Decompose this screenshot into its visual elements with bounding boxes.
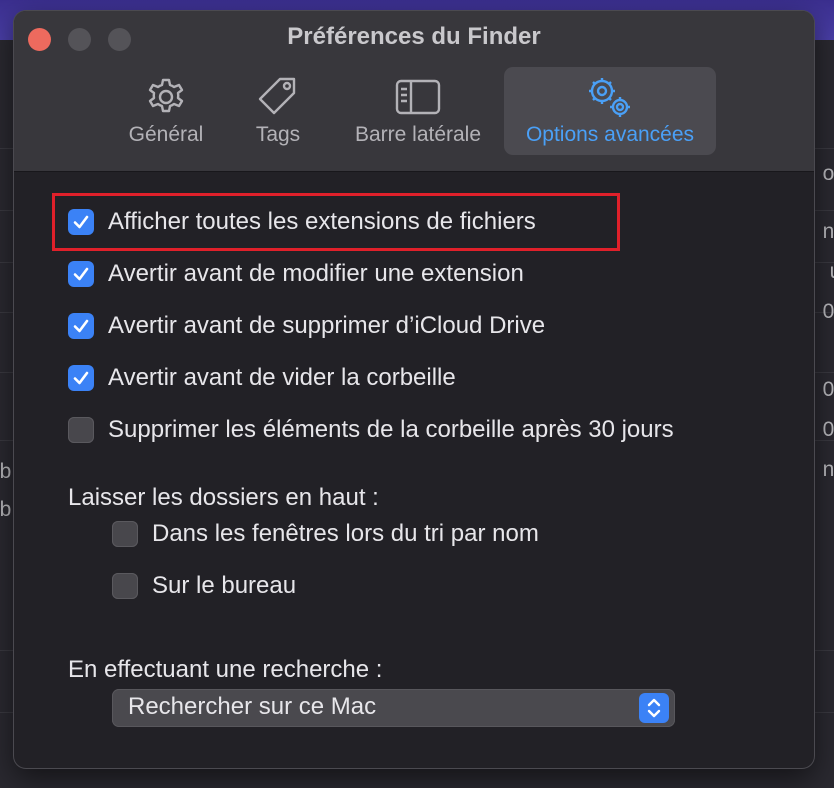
checkbox-unchecked[interactable] — [68, 417, 94, 443]
tab-label: Général — [128, 123, 204, 146]
folders-on-top-label: Laisser les dossiers en haut : — [68, 484, 379, 511]
background-text-fragment: nb — [0, 498, 12, 521]
chevron-up-down-icon[interactable] — [639, 693, 669, 723]
option-label: Avertir avant de supprimer d’iCloud Driv… — [108, 312, 546, 339]
tag-icon — [240, 75, 316, 119]
option-label: Sur le bureau — [152, 572, 297, 599]
background-text-fragment: 02 — [822, 418, 834, 441]
checkbox-checked[interactable] — [68, 365, 94, 391]
background-text-fragment: nb — [822, 458, 834, 481]
gears-icon — [504, 75, 716, 119]
finder-preferences-window: Préférences du Finder Général Tags Barre… — [14, 11, 814, 768]
tab-tags[interactable]: Tags — [240, 67, 316, 155]
background-text-fragment: nb — [822, 220, 834, 243]
checkbox-unchecked[interactable] — [112, 521, 138, 547]
option-label: Dans les fenêtres lors du tri par nom — [152, 520, 539, 547]
option-warn-empty-trash[interactable]: Avertir avant de vider la corbeille — [68, 363, 456, 393]
background-text-fragment: oo — [822, 162, 834, 185]
tab-advanced[interactable]: Options avancées — [504, 67, 716, 155]
checkmark-icon — [73, 371, 89, 385]
background-text-fragment: nb — [0, 460, 12, 483]
tab-label: Barre latérale — [354, 123, 482, 146]
background-text-fragment: ui — [830, 260, 834, 284]
option-warn-extension-change[interactable]: Avertir avant de modifier une extension — [68, 259, 524, 289]
option-label: Avertir avant de modifier une extension — [108, 260, 524, 287]
option-warn-icloud-delete[interactable]: Avertir avant de supprimer d’iCloud Driv… — [68, 311, 545, 341]
advanced-options-panel: Afficher toutes les extensions de fichie… — [14, 172, 814, 768]
gear-icon — [118, 75, 214, 119]
checkbox-unchecked[interactable] — [112, 573, 138, 599]
tab-label: Tags — [255, 123, 301, 146]
tab-sidebar[interactable]: Barre latérale — [342, 67, 494, 155]
sidebar-icon — [342, 75, 494, 119]
option-show-extensions[interactable]: Afficher toutes les extensions de fichie… — [68, 207, 536, 237]
checkmark-icon — [73, 215, 89, 229]
option-remove-trash-30-days[interactable]: Supprimer les éléments de la corbeille a… — [68, 415, 674, 445]
search-scope-select[interactable]: Rechercher sur ce Mac — [112, 689, 675, 727]
tab-general[interactable]: Général — [118, 67, 214, 155]
checkbox-checked[interactable] — [68, 209, 94, 235]
option-folders-top-desktop[interactable]: Sur le bureau — [112, 571, 296, 601]
search-scope-value: Rechercher sur ce Mac — [128, 693, 377, 720]
tab-label: Options avancées — [525, 123, 695, 146]
option-label: Afficher toutes les extensions de fichie… — [108, 208, 536, 235]
option-label: Supprimer les éléments de la corbeille a… — [108, 416, 674, 443]
background-text-fragment: 02 — [822, 300, 834, 323]
checkbox-checked[interactable] — [68, 261, 94, 287]
option-label: Avertir avant de vider la corbeille — [108, 364, 456, 391]
checkbox-checked[interactable] — [68, 313, 94, 339]
search-scope-label: En effectuant une recherche : — [68, 656, 383, 683]
window-title: Préférences du Finder — [287, 23, 541, 50]
background-text-fragment: 02 — [822, 378, 834, 401]
option-folders-top-windows[interactable]: Dans les fenêtres lors du tri par nom — [112, 519, 539, 549]
checkmark-icon — [73, 267, 89, 281]
checkmark-icon — [73, 319, 89, 333]
window-toolbar: Préférences du Finder Général Tags Barre… — [14, 11, 814, 172]
